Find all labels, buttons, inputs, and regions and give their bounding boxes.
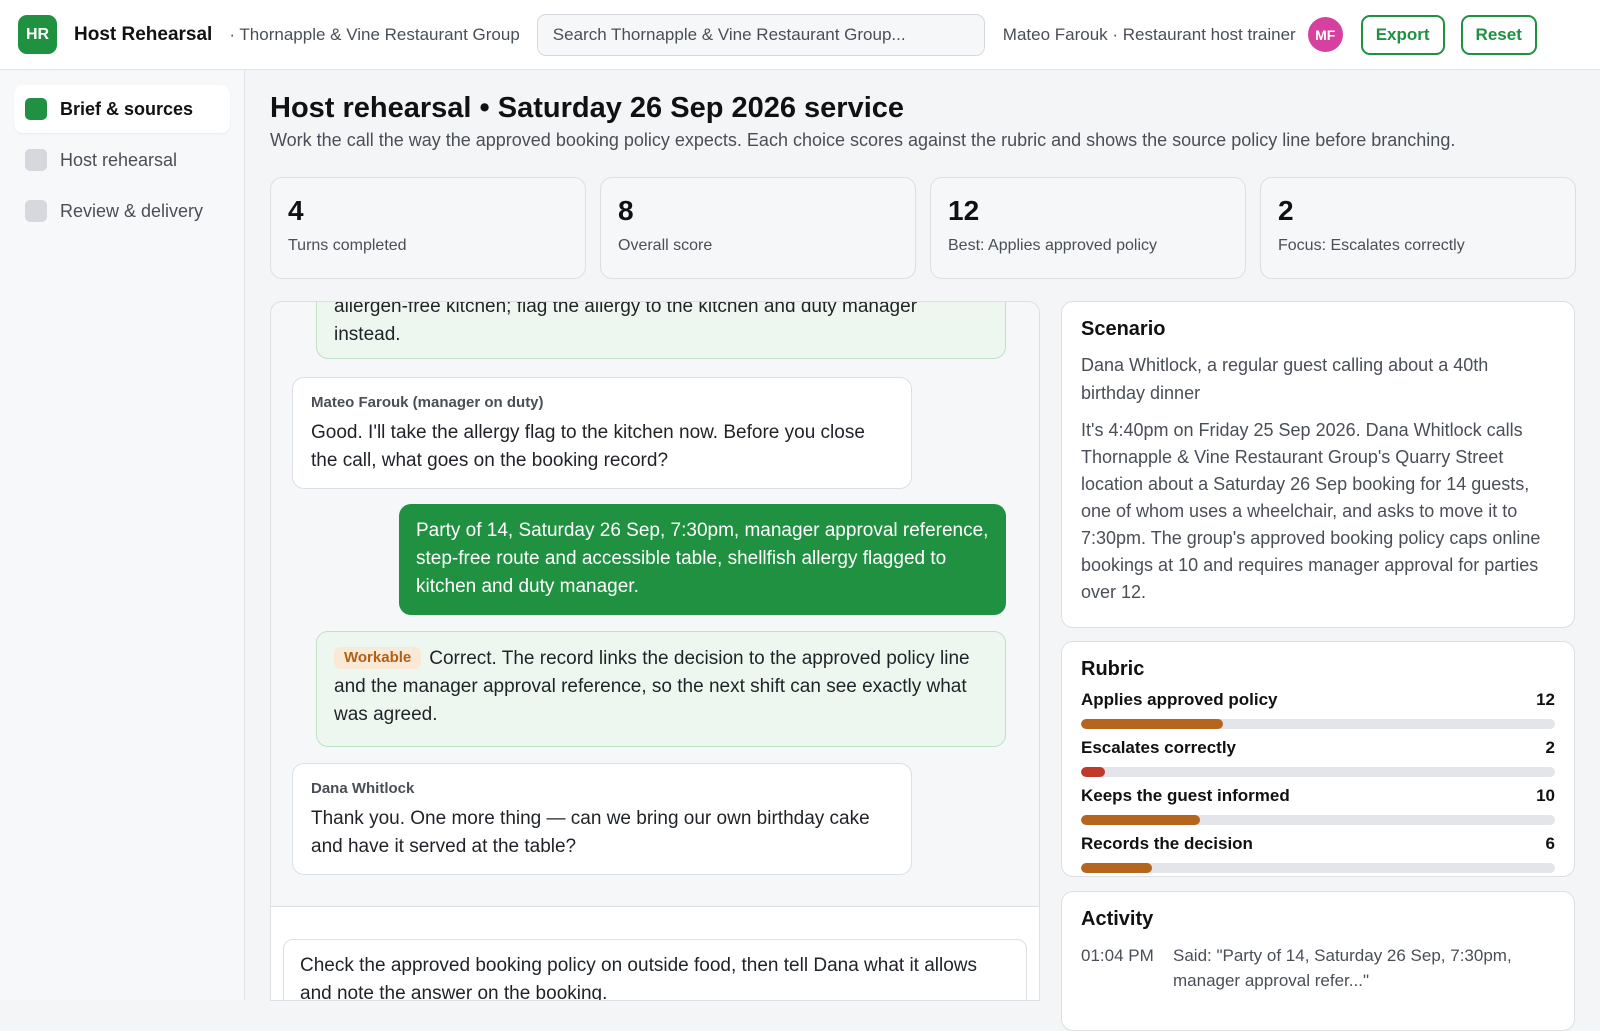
scenario-lead: Dana Whitlock, a regular guest calling a… — [1081, 355, 1489, 403]
message-text: allergen-free kitchen; flag the allergy … — [334, 302, 918, 345]
step-status-icon — [25, 200, 47, 222]
reset-button[interactable]: Reset — [1460, 14, 1537, 55]
message-text: Good. I'll take the allergy flag to the … — [311, 422, 865, 471]
card-title: Activity — [1081, 908, 1154, 930]
stat-label: Best: Applies approved policy — [948, 237, 1158, 254]
activity-card: Activity 01:04 PM Said: "Party of 14, Sa… — [1061, 891, 1575, 1031]
rubric-bar-track — [1081, 863, 1555, 873]
main-content: Host rehearsal • Saturday 26 Sep 2026 se… — [246, 70, 1600, 1031]
stat-focus-criterion: 2 Focus: Escalates correctly — [1260, 177, 1576, 279]
sidebar-item-review-delivery[interactable]: Review & delivery — [14, 187, 230, 235]
stat-value: 4 — [288, 195, 304, 226]
activity-time: 01:04 PM — [1081, 946, 1154, 965]
rating-badge: Workable — [334, 647, 422, 669]
sidebar-item-label: Review & delivery — [60, 200, 204, 221]
rubric-bar-fill — [1081, 719, 1224, 729]
sidebar-item-label: Brief & sources — [60, 98, 194, 119]
step-status-icon — [25, 149, 47, 171]
card-title: Rubric — [1081, 658, 1145, 680]
sidebar-item-brief-sources[interactable]: Brief & sources — [14, 85, 230, 133]
app-name: Host Rehearsal — [74, 23, 213, 45]
stat-label: Turns completed — [288, 237, 407, 254]
message-speaker: Dana Whitlock — [311, 780, 415, 797]
rubric-score: 12 — [1536, 690, 1555, 709]
page-title: Host rehearsal • Saturday 26 Sep 2026 se… — [270, 92, 905, 124]
stat-value: 12 — [948, 195, 980, 226]
avatar[interactable]: MF — [1307, 17, 1343, 52]
rubric-row: Escalates correctly 2 — [1081, 738, 1555, 777]
user-response-message: Party of 14, Saturday 26 Sep, 7:30pm, ma… — [399, 504, 1006, 615]
rubric-bar-track — [1081, 719, 1555, 729]
coach-feedback-message: allergen-free kitchen; flag the allergy … — [316, 302, 1006, 359]
chat-transcript[interactable]: allergen-free kitchen; flag the allergy … — [271, 302, 1039, 906]
stat-label: Focus: Escalates correctly — [1278, 237, 1465, 254]
stat-value: 2 — [1278, 195, 1294, 226]
rubric-bar-fill — [1081, 863, 1153, 873]
card-title: Scenario — [1081, 318, 1166, 340]
stat-label: Overall score — [618, 237, 713, 254]
stat-overall-score: 8 Overall score — [600, 177, 916, 279]
rubric-label: Records the decision — [1081, 834, 1253, 853]
app-logo: HR — [18, 15, 57, 54]
sidebar-item-host-rehearsal[interactable]: Host rehearsal — [14, 136, 230, 184]
activity-text: Said: "Party of 14, Saturday 26 Sep, 7:3… — [1173, 946, 1512, 990]
rubric-card: Rubric Applies approved policy 12 Escala… — [1061, 641, 1575, 877]
message-text: Thank you. One more thing — can we bring… — [311, 808, 870, 857]
rubric-bar-track — [1081, 815, 1555, 825]
sidebar-item-label: Host rehearsal — [60, 149, 178, 170]
activity-item: 01:04 PM Said: "Party of 14, Saturday 26… — [1081, 943, 1555, 993]
stat-best-criterion: 12 Best: Applies approved policy — [930, 177, 1246, 279]
stat-value: 8 — [618, 195, 634, 226]
rubric-score: 6 — [1545, 834, 1555, 853]
npc-message: Mateo Farouk (manager on duty) Good. I'l… — [292, 377, 912, 489]
rubric-row: Keeps the guest informed 10 — [1081, 786, 1555, 825]
chat-panel: allergen-free kitchen; flag the allergy … — [270, 301, 1040, 1001]
npc-message: Dana Whitlock Thank you. One more thing … — [292, 763, 912, 875]
coach-feedback-message: Workable Correct. The record links the de… — [316, 631, 1006, 747]
top-bar: HR Host Rehearsal · Thornapple & Vine Re… — [0, 0, 1600, 70]
message-speaker: Mateo Farouk (manager on duty) — [311, 394, 544, 411]
response-area: Check the approved booking policy on out… — [271, 906, 1039, 1000]
rubric-bar-fill — [1081, 767, 1105, 777]
rubric-row: Applies approved policy 12 — [1081, 690, 1555, 729]
message-text: Party of 14, Saturday 26 Sep, 7:30pm, ma… — [416, 520, 989, 597]
rubric-list: Applies approved policy 12 Escalates cor… — [1081, 690, 1555, 873]
rubric-score: 2 — [1545, 738, 1555, 757]
rubric-row: Records the decision 6 — [1081, 834, 1555, 873]
rubric-bar-track — [1081, 767, 1555, 777]
response-prompt-option[interactable]: Check the approved booking policy on out… — [283, 939, 1027, 1000]
scenario-card: Scenario Dana Whitlock, a regular guest … — [1061, 301, 1575, 628]
stat-turns-completed: 4 Turns completed — [270, 177, 586, 279]
rubric-label: Escalates correctly — [1081, 738, 1236, 757]
stats-row: 4 Turns completed 8 Overall score 12 Bes… — [270, 177, 1576, 279]
export-button[interactable]: Export — [1360, 14, 1445, 55]
search-input[interactable] — [536, 13, 985, 56]
org-name: · Thornapple & Vine Restaurant Group — [229, 24, 520, 44]
user-label: Mateo Farouk · Restaurant host trainer — [1002, 24, 1296, 44]
rubric-score: 10 — [1536, 786, 1555, 805]
rubric-label: Applies approved policy — [1081, 690, 1278, 709]
message-text: Correct. The record links the decision t… — [334, 648, 970, 725]
page-subtitle: Work the call the way the approved booki… — [270, 130, 1456, 150]
sidebar: Brief & sources Host rehearsal Review & … — [0, 70, 245, 1000]
step-status-icon — [25, 98, 47, 120]
rubric-label: Keeps the guest informed — [1081, 786, 1290, 805]
scenario-body: It's 4:40pm on Friday 25 Sep 2026. Dana … — [1081, 420, 1541, 602]
rubric-bar-fill — [1081, 815, 1200, 825]
